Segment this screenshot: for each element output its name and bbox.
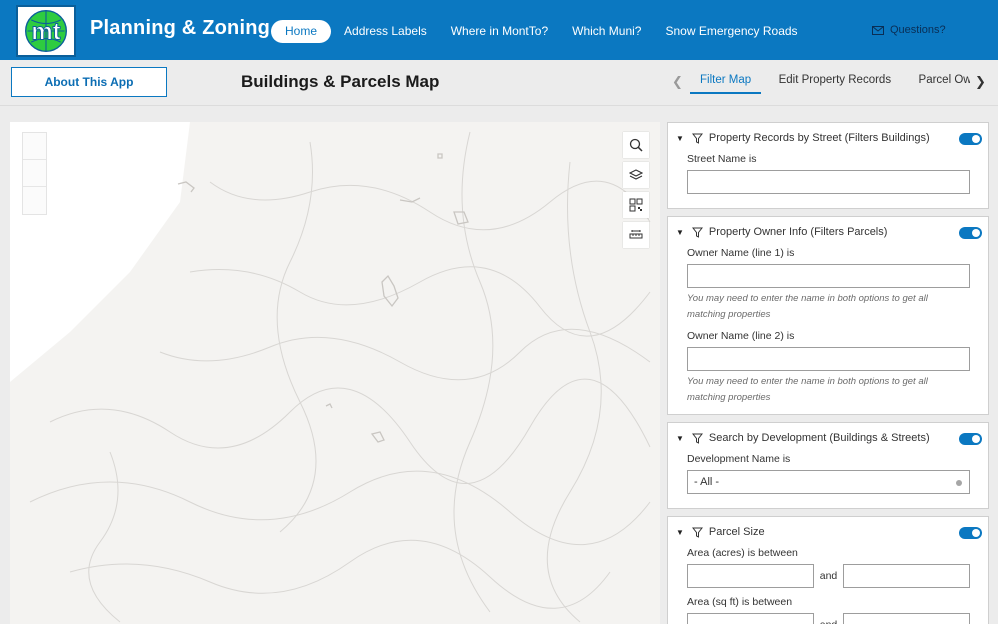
caret-down-icon: ▼	[676, 433, 684, 443]
app-title: Planning & Zoning	[90, 17, 271, 39]
hillshade-basemap	[10, 122, 651, 623]
toggle-owner[interactable]	[959, 227, 982, 239]
filter-card-street: ▼ Property Records by Street (Filters Bu…	[667, 122, 989, 209]
owner-line2-label: Owner Name (line 2) is	[687, 330, 795, 342]
street-name-label: Street Name is	[687, 153, 757, 165]
filter-title-owner: Property Owner Info (Filters Parcels)	[708, 226, 888, 238]
filter-card-owner: ▼ Property Owner Info (Filters Parcels) …	[667, 216, 989, 415]
about-button[interactable]: About This App	[11, 67, 167, 97]
filter-title-development: Search by Development (Buildings & Stree…	[708, 432, 930, 444]
questions-link[interactable]: Questions?	[872, 24, 946, 36]
tabs-next-icon[interactable]: ❯	[975, 74, 986, 90]
owner-line1-label: Owner Name (line 1) is	[687, 247, 795, 259]
caret-down-icon: ▼	[676, 227, 684, 237]
development-name-label: Development Name is	[687, 453, 791, 465]
caret-down-icon: ▼	[676, 527, 684, 537]
tab-filter-map[interactable]: Filter Map	[690, 66, 762, 94]
owner-line2-hint: You may need to enter the name in both o…	[687, 376, 928, 403]
toggle-parcel-size[interactable]	[959, 527, 982, 539]
map-view[interactable]	[10, 122, 660, 624]
tab-bar: Filter Map Edit Property Records Parcel …	[690, 66, 970, 96]
map-search-button[interactable]	[623, 132, 649, 158]
search-icon	[629, 138, 643, 152]
development-selected-value: - All -	[694, 476, 720, 488]
measure-icon	[629, 230, 643, 239]
filter-header-street[interactable]: ▼ Property Records by Street (Filters Bu…	[668, 123, 988, 153]
filter-panel: ▼ Property Records by Street (Filters Bu…	[667, 122, 989, 624]
filter-icon	[691, 133, 703, 144]
nav-where-in-montto[interactable]: Where in MontTo?	[439, 20, 560, 43]
mt-logo-icon: mt	[24, 9, 67, 52]
dropdown-indicator-icon	[956, 480, 962, 486]
acres-range-label: Area (acres) is between	[687, 547, 798, 559]
mail-icon	[872, 25, 884, 35]
filter-title-street: Property Records by Street (Filters Buil…	[708, 132, 930, 144]
filter-icon	[691, 227, 703, 238]
zoom-in-button[interactable]	[23, 133, 46, 160]
tab-parcel-owner[interactable]: Parcel Owner	[909, 66, 970, 94]
filter-icon	[691, 527, 703, 538]
caret-down-icon: ▼	[676, 133, 684, 143]
layers-icon	[629, 169, 643, 180]
filter-card-parcel-size: ▼ Parcel Size Area (acres) is between an…	[667, 516, 989, 624]
acres-min-input[interactable]	[687, 564, 814, 588]
acres-max-input[interactable]	[843, 564, 970, 588]
layers-button[interactable]	[623, 162, 649, 188]
nav-home[interactable]: Home	[271, 20, 332, 43]
zoom-out-button[interactable]	[23, 160, 46, 187]
map-toolbar	[623, 132, 649, 252]
svg-text:mt: mt	[31, 18, 60, 45]
home-button[interactable]	[23, 187, 46, 214]
filter-title-parcel-size: Parcel Size	[708, 526, 765, 538]
sqft-range: and	[687, 613, 988, 624]
questions-label: Questions?	[890, 24, 946, 36]
main-nav: Home Address Labels Where in MontTo? Whi…	[271, 20, 810, 43]
app-logo[interactable]: mt	[16, 5, 76, 57]
top-banner: mt Planning & Zoning Home Address Labels…	[0, 0, 998, 60]
sqft-max-input[interactable]	[843, 613, 970, 624]
filter-header-development[interactable]: ▼ Search by Development (Buildings & Str…	[668, 423, 988, 453]
tabs-prev-icon[interactable]: ❮	[672, 74, 683, 90]
development-select[interactable]: - All -	[687, 470, 970, 494]
street-name-input[interactable]	[687, 170, 970, 194]
page-title: Buildings & Parcels Map	[241, 72, 440, 91]
zoom-control	[22, 132, 47, 215]
tab-edit-property-records[interactable]: Edit Property Records	[769, 66, 902, 94]
toggle-street[interactable]	[959, 133, 982, 145]
toggle-development[interactable]	[959, 433, 982, 445]
nav-snow-emergency-roads[interactable]: Snow Emergency Roads	[653, 20, 809, 43]
filter-icon	[691, 433, 703, 444]
filter-card-development: ▼ Search by Development (Buildings & Str…	[667, 422, 989, 509]
owner-line1-input[interactable]	[687, 264, 970, 288]
sqft-range-label: Area (sq ft) is between	[687, 596, 793, 608]
nav-which-muni[interactable]: Which Muni?	[560, 20, 653, 43]
filter-header-owner[interactable]: ▼ Property Owner Info (Filters Parcels)	[668, 217, 988, 247]
sqft-and-label: and	[814, 619, 843, 624]
qr-code-button[interactable]	[623, 192, 649, 218]
owner-line2-input[interactable]	[687, 347, 970, 371]
measure-button[interactable]	[623, 222, 649, 248]
filter-header-parcel-size[interactable]: ▼ Parcel Size	[668, 517, 988, 547]
acres-and-label: and	[819, 570, 838, 582]
acres-range: and	[687, 564, 988, 588]
owner-line1-hint: You may need to enter the name in both o…	[687, 293, 928, 320]
qr-code-icon	[629, 198, 643, 212]
sqft-min-input[interactable]	[687, 613, 814, 624]
nav-address-labels[interactable]: Address Labels	[332, 20, 439, 43]
